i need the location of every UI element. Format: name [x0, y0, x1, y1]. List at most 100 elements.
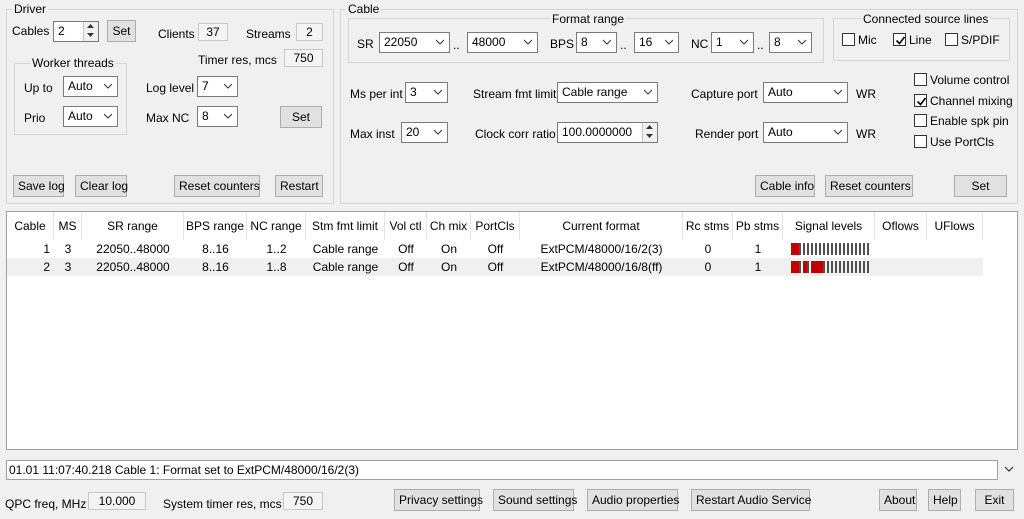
spin-up-icon[interactable]: [643, 123, 657, 132]
channel-mixing-checkbox-box[interactable]: [914, 94, 927, 107]
use-portcls-checkbox[interactable]: Use PortCls: [914, 135, 994, 149]
clients-value: 37: [198, 23, 228, 41]
prio-select[interactable]: Auto: [63, 106, 118, 127]
render-port-select[interactable]: Auto: [763, 122, 848, 143]
col-header-uflows[interactable]: UFlows: [927, 212, 983, 240]
privacy-settings-button[interactable]: Privacy settings: [394, 489, 483, 511]
signal-level-bar: [863, 261, 865, 273]
cable-reset-counters-button[interactable]: Reset counters: [825, 175, 913, 197]
nc-from-select[interactable]: 1: [711, 32, 754, 53]
capture-port-select[interactable]: Auto: [763, 82, 848, 103]
up-to-select[interactable]: Auto: [63, 76, 118, 97]
max-inst-select[interactable]: 20: [401, 122, 448, 143]
col-header-bps-range[interactable]: BPS range: [184, 212, 247, 240]
ms-per-int-value: 3: [410, 85, 417, 99]
about-button[interactable]: About: [879, 489, 917, 511]
bps-to-select[interactable]: 16: [634, 32, 679, 53]
cable-group-title: Cable: [346, 2, 382, 16]
log-status-combo[interactable]: 01.01 11:07:40.218 Cable 1: Format set t…: [6, 460, 998, 480]
chevron-down-icon: [644, 89, 652, 95]
enable-spk-pin-checkbox[interactable]: Enable spk pin: [914, 114, 1009, 128]
table-row[interactable]: 2 3 22050..48000 8..16 1..8 Cable range …: [7, 258, 983, 276]
spin-up-icon[interactable]: [84, 22, 98, 31]
col-header-portcls[interactable]: PortCls: [471, 212, 520, 240]
channel-mixing-checkbox[interactable]: Channel mixing: [914, 94, 1013, 108]
bps-from-select[interactable]: 8: [576, 32, 617, 53]
log-level-select[interactable]: 7: [197, 76, 238, 97]
line-checkbox-box[interactable]: [893, 33, 906, 46]
volume-control-checkbox[interactable]: Volume control: [914, 73, 1009, 87]
signal-level-bar: [851, 261, 853, 273]
col-header-ch-mix[interactable]: Ch mix: [427, 212, 471, 240]
cell-current-format: ExtPCM/48000/16/2(3): [540, 242, 663, 256]
nc-range-separator: ..: [757, 38, 764, 52]
mic-checkbox[interactable]: Mic: [842, 33, 877, 47]
signal-level-bar: [831, 243, 833, 255]
spdif-checkbox-box[interactable]: [945, 33, 958, 46]
signal-level-bar: [823, 261, 825, 273]
col-header-ms[interactable]: MS: [54, 212, 82, 240]
sr-from-select[interactable]: 22050: [379, 32, 450, 53]
signal-level-bar: [867, 261, 869, 273]
col-header-stm-fmt-limit[interactable]: Stm fmt limit: [306, 212, 385, 240]
clock-corr-ratio-label: Clock corr ratio: [475, 127, 556, 141]
ms-per-int-select[interactable]: 3: [405, 82, 448, 103]
cable-list[interactable]: Cable MS SR range BPS range NC range Stm…: [6, 211, 1018, 450]
signal-level-bar: [823, 243, 825, 255]
exit-button[interactable]: Exit: [975, 489, 1014, 511]
cell-rc-stms: 0: [704, 260, 712, 274]
cell-ch-mix: On: [440, 260, 457, 274]
signal-level-bar: [827, 261, 829, 273]
col-header-nc-range[interactable]: NC range: [247, 212, 306, 240]
mic-checkbox-box[interactable]: [842, 33, 855, 46]
help-button[interactable]: Help: [928, 489, 961, 511]
bps-from-value: 8: [581, 35, 588, 49]
volume-control-checkbox-box[interactable]: [914, 73, 927, 86]
signal-level-bar: [819, 243, 821, 255]
col-header-sr-range[interactable]: SR range: [82, 212, 184, 240]
line-checkbox[interactable]: Line: [893, 33, 932, 47]
chevron-down-icon: [224, 83, 232, 89]
stream-fmt-limit-select[interactable]: Cable range: [557, 82, 658, 103]
sr-to-select[interactable]: 48000: [467, 32, 538, 53]
driver-set-button[interactable]: Set: [280, 106, 322, 128]
enable-spk-pin-checkbox-box[interactable]: [914, 114, 927, 127]
up-to-label: Up to: [24, 81, 53, 95]
timer-res-value: 750: [284, 49, 323, 67]
spdif-checkbox[interactable]: S/PDIF: [945, 33, 1000, 47]
col-header-cable[interactable]: Cable: [7, 212, 54, 240]
save-log-button[interactable]: Save log: [13, 175, 65, 197]
sound-settings-button[interactable]: Sound settings: [493, 489, 577, 511]
cables-set-button[interactable]: Set: [107, 20, 136, 42]
col-header-signal-levels[interactable]: Signal levels: [783, 212, 875, 240]
col-header-pb-stms[interactable]: Pb stms: [733, 212, 783, 240]
chevron-down-icon: [834, 89, 842, 95]
chevron-down-icon: [104, 83, 112, 89]
chevron-down-icon[interactable]: [1004, 465, 1014, 473]
audio-properties-button[interactable]: Audio properties: [587, 489, 679, 511]
col-header-vol-ctl[interactable]: Vol ctl: [385, 212, 427, 240]
use-portcls-checkbox-box[interactable]: [914, 135, 927, 148]
col-header-rc-stms[interactable]: Rc stms: [683, 212, 733, 240]
max-nc-select[interactable]: 8: [197, 106, 238, 127]
driver-reset-counters-button[interactable]: Reset counters: [174, 175, 260, 197]
render-port-label: Render port: [695, 127, 759, 141]
clock-corr-ratio-spinner[interactable]: 100.0000000: [557, 122, 658, 143]
clear-log-button[interactable]: Clear log: [75, 175, 128, 197]
col-header-current-format[interactable]: Current format: [520, 212, 683, 240]
worker-threads-title: Worker threads: [30, 56, 116, 70]
spin-down-icon[interactable]: [643, 132, 657, 141]
nc-label: NC: [691, 37, 709, 51]
restart-audio-service-button[interactable]: Restart Audio Service: [691, 489, 811, 511]
restart-button[interactable]: Restart: [275, 175, 323, 197]
ms-per-int-label: Ms per int: [350, 87, 403, 101]
spin-down-icon[interactable]: [84, 31, 98, 40]
cable-set-button[interactable]: Set: [954, 175, 1007, 197]
nc-to-select[interactable]: 8: [769, 32, 812, 53]
signal-level-bar: [847, 243, 849, 255]
cables-spinner[interactable]: 2: [53, 21, 99, 42]
table-row[interactable]: 1 3 22050..48000 8..16 1..2 Cable range …: [7, 240, 983, 258]
cable-info-button[interactable]: Cable info: [755, 175, 815, 197]
signal-level-bar: [815, 243, 817, 255]
col-header-oflows[interactable]: Oflows: [875, 212, 927, 240]
